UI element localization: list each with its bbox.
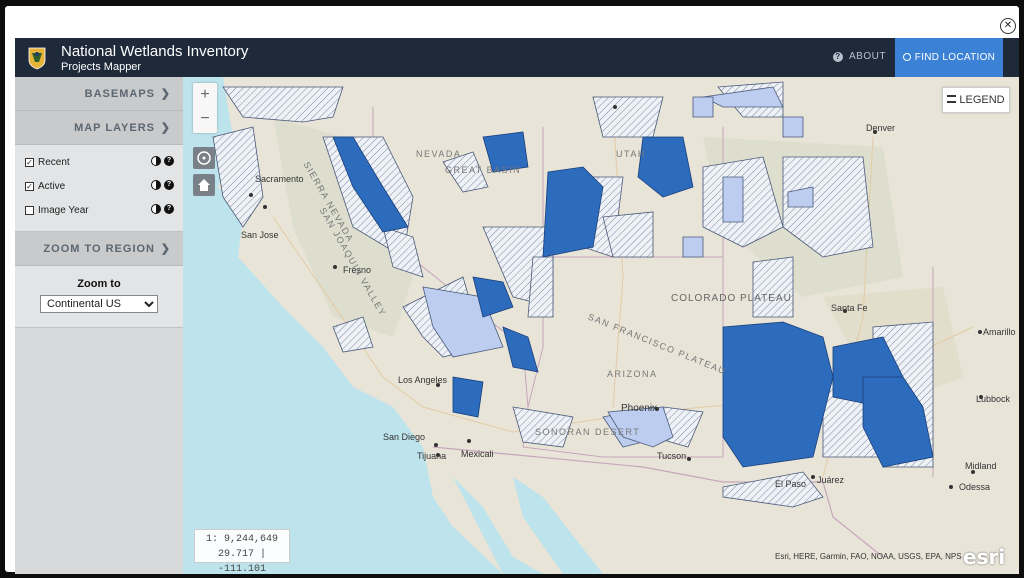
zoom-out-button[interactable]: − [193, 107, 217, 131]
city-label: Juárez [817, 475, 845, 485]
home-icon [198, 179, 210, 191]
city-label: San Diego [383, 432, 426, 442]
modal-frame: ✕ National Wetlands Inventory Projects M… [5, 6, 1019, 574]
zoom-to-region-label: ZOOM TO REGION [43, 243, 155, 255]
fws-logo-icon [28, 47, 46, 70]
info-icon[interactable]: ? [164, 204, 174, 214]
city-label: Denver [866, 123, 896, 133]
basemaps-header[interactable]: BASEMAPS ❯ [15, 77, 183, 111]
help-icon: ? [833, 52, 843, 62]
city-label: Tucson [657, 451, 687, 461]
chevron-down-icon: ❯ [160, 122, 171, 134]
city-label: Odessa [959, 482, 991, 492]
layer-active: ✓ Active ? [15, 177, 183, 201]
layer-label: Image Year [38, 205, 89, 216]
opacity-icon[interactable] [151, 180, 161, 190]
layer-label: Recent [38, 157, 70, 168]
map-view[interactable]: Sacramento San Jose Fresno Los Angeles S… [183, 77, 1019, 574]
city-label: Amarillo [983, 327, 1016, 337]
scale-text: 1: 9,244,649 [205, 534, 278, 545]
map-layers-label: MAP LAYERS [74, 122, 155, 134]
layer-label: Active [38, 181, 66, 192]
opacity-icon[interactable] [151, 204, 161, 214]
zoom-control: + − [193, 83, 217, 133]
locate-button[interactable] [193, 147, 215, 169]
region-label: GREAT BASIN [445, 165, 522, 175]
zoom-in-button[interactable]: + [193, 83, 217, 107]
about-button[interactable]: ? ABOUT [833, 51, 886, 62]
coords-text: 29.717 | -111.101 [217, 549, 266, 574]
city-label: Lubbock [976, 394, 1011, 404]
region-select[interactable]: Continental US [40, 295, 158, 313]
zoom-to-panel: Zoom to Continental US [15, 266, 183, 328]
app-subtitle: Projects Mapper [61, 61, 142, 73]
recent-checkbox[interactable]: ✓ [25, 158, 34, 167]
legend-label: LEGEND [959, 94, 1005, 106]
scale-readout: 1: 9,244,649 29.717 | -111.101 [194, 529, 290, 574]
list-icon [947, 95, 957, 103]
layer-recent: ✓ Recent ? [15, 153, 183, 177]
app-title: National Wetlands Inventory [61, 43, 249, 60]
search-icon [902, 53, 911, 61]
city-label: Phoenix [621, 403, 658, 414]
map-attribution: Esri, HERE, Garmin, FAO, NOAA, USGS, EPA… [775, 552, 962, 561]
legend-button[interactable]: LEGEND [942, 87, 1010, 113]
image-year-checkbox[interactable] [25, 206, 34, 215]
chevron-right-icon: ❯ [160, 88, 171, 100]
region-label: COLORADO PLATEAU [671, 293, 792, 304]
city-label: Tijuana [417, 451, 447, 461]
sidebar: BASEMAPS ❯ MAP LAYERS ❯ ✓ Recent ? ✓ Activ… [15, 77, 183, 574]
region-label: UTAH [616, 149, 646, 159]
city-label: Los Angeles [398, 375, 448, 385]
find-location-label: FIND LOCATION [914, 52, 996, 63]
info-icon[interactable]: ? [164, 180, 174, 190]
region-label: SONORAN DESERT [535, 427, 641, 437]
esri-logo: esri [963, 545, 1006, 569]
region-label: ARIZONA [607, 369, 658, 379]
city-label: Santa Fe [831, 303, 868, 313]
opacity-icon[interactable] [151, 156, 161, 166]
info-icon[interactable]: ? [164, 156, 174, 166]
active-checkbox[interactable]: ✓ [25, 182, 34, 191]
crosshair-icon [197, 151, 211, 165]
zoom-to-region-header[interactable]: ZOOM TO REGION ❯ [15, 232, 183, 266]
zoom-to-label: Zoom to [77, 278, 121, 290]
map-layers-header[interactable]: MAP LAYERS ❯ [15, 111, 183, 145]
city-label: Mexicali [461, 449, 494, 459]
city-label: San Jose [241, 230, 279, 240]
city-label: El Paso [775, 479, 807, 489]
find-location-button[interactable]: FIND LOCATION [895, 38, 1003, 77]
about-label: ABOUT [849, 51, 886, 62]
city-label: Sacramento [255, 174, 304, 184]
home-button[interactable] [193, 174, 215, 196]
city-label: Midland [965, 461, 997, 471]
region-label: NEVADA [416, 149, 462, 159]
close-icon[interactable]: ✕ [1000, 18, 1016, 34]
layer-image-year: Image Year ? [15, 201, 183, 225]
layers-list: ✓ Recent ? ✓ Active ? Image Year ? [15, 145, 183, 232]
app-header: National Wetlands Inventory Projects Map… [15, 38, 1019, 77]
chevron-down-icon: ❯ [160, 243, 171, 255]
basemaps-label: BASEMAPS [84, 88, 155, 100]
